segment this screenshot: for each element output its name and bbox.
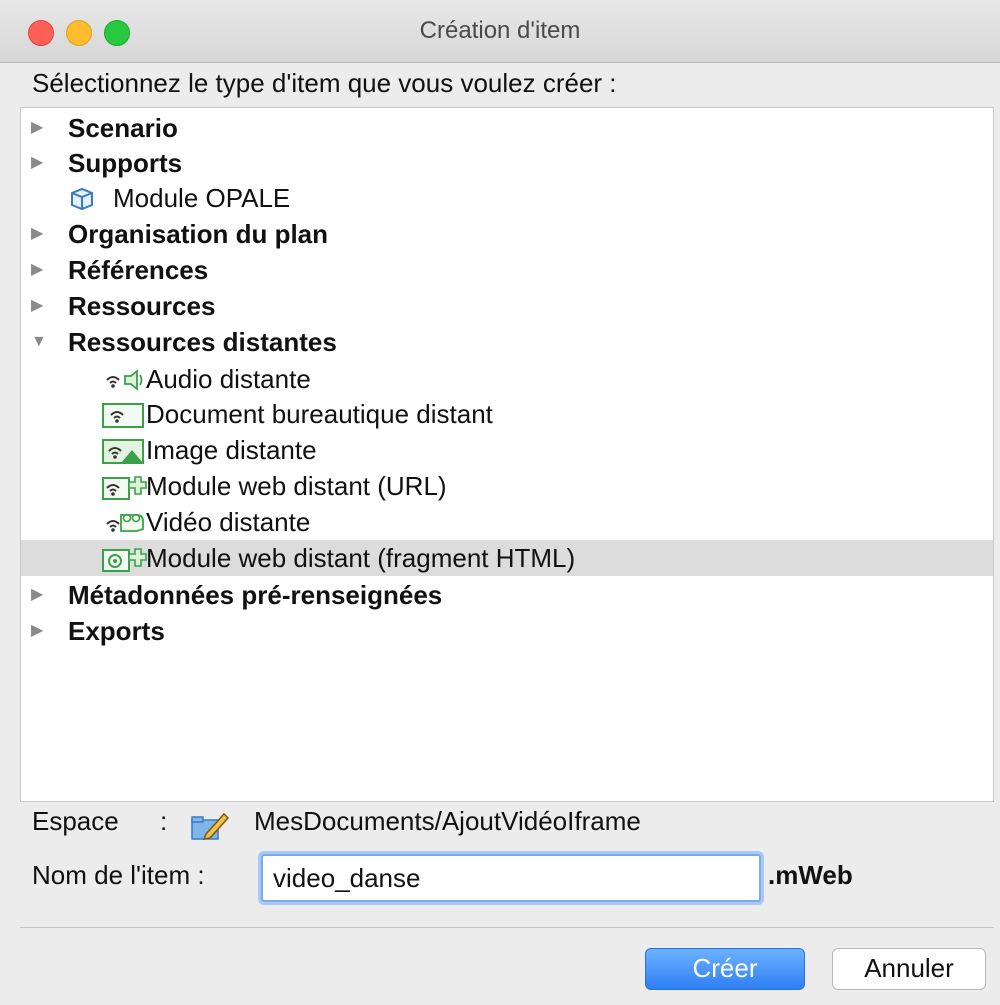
tree-node-module-web-distant-url[interactable]: Module web distant (URL) [21,468,993,504]
tree-node-references[interactable]: ▶ Références [21,252,993,288]
tree-node-label: Audio distante [146,364,311,394]
disclosure-triangle-collapsed-icon[interactable]: ▶ [31,288,45,324]
tree-node-ressources-distantes[interactable]: ▼ Ressources distantes [21,324,993,360]
disclosure-triangle-collapsed-icon[interactable]: ▶ [31,613,45,649]
tree-node-image-distante[interactable]: Image distante [21,432,993,468]
selection-prompt: Sélectionnez le type d'item que vous vou… [32,68,617,98]
cancel-button[interactable]: Annuler [832,948,986,990]
disclosure-triangle-collapsed-icon[interactable]: ▶ [31,216,45,252]
tree-node-label: Organisation du plan [68,219,329,249]
disclosure-triangle-collapsed-icon[interactable]: ▶ [31,577,45,613]
remote-document-icon [102,403,144,428]
tree-node-metadonnees-pre-renseignees[interactable]: ▶ Métadonnées pré-renseignées [21,577,993,613]
title-bar: Création d'item [0,0,1000,63]
tree-node-label: Métadonnées pré-renseignées [68,580,443,610]
remote-web-module-icon [102,476,147,500]
footer-divider [20,927,994,928]
tree-node-module-web-distant-fragment-html[interactable]: Module web distant (fragment HTML) [21,540,993,576]
remote-video-icon [106,513,144,532]
tree-node-video-distante[interactable]: Vidéo distante [21,504,993,540]
tree-node-ressources[interactable]: ▶ Ressources [21,288,993,324]
tree-node-label: Supports [68,148,183,178]
tree-node-exports[interactable]: ▶ Exports [21,613,993,649]
tree-node-label: Ressources [68,291,216,321]
tree-node-label: Scenario [68,113,178,143]
tree-node-label: Module web distant (fragment HTML) [146,543,576,573]
tree-node-label: Vidéo distante [146,507,311,537]
item-name-label: Nom de l'item : [32,860,205,890]
item-name-input[interactable] [261,854,761,902]
tree-node-audio-distante[interactable]: Audio distante [21,361,993,397]
remote-audio-icon [106,369,143,391]
disclosure-triangle-collapsed-icon[interactable]: ▶ [31,252,45,288]
tree-node-organisation-du-plan[interactable]: ▶ Organisation du plan [21,216,993,252]
tree-node-supports[interactable]: ▶ Supports [21,145,993,181]
tree-node-label: Références [68,255,209,285]
space-path: MesDocuments/AjoutVidéoIframe [254,806,641,836]
edit-folder-icon [191,812,230,840]
tree-node-label: Module web distant (URL) [146,471,447,501]
disclosure-triangle-collapsed-icon[interactable]: ▶ [31,145,45,181]
disclosure-triangle-expanded-icon[interactable]: ▼ [31,324,47,360]
create-button[interactable]: Créer [645,948,805,990]
tree-node-label: Image distante [146,435,317,465]
remote-html-fragment-icon [102,548,147,572]
tree-node-scenario[interactable]: ▶ Scenario [21,110,993,146]
remote-image-icon [102,439,144,464]
disclosure-triangle-collapsed-icon[interactable]: ▶ [31,110,45,146]
space-label: Espace [32,806,119,836]
item-type-tree[interactable]: ▶ Scenario ▶ Supports Module OPALE ▶ Org… [20,107,994,802]
tree-node-label: Exports [68,616,165,646]
cube-icon [71,187,93,211]
space-colon: : [160,806,168,836]
tree-node-label: Ressources distantes [68,327,337,357]
window-title: Création d'item [419,17,581,44]
tree-node-module-opale[interactable]: Module OPALE [21,180,993,216]
tree-node-label: Document bureautique distant [146,399,493,429]
dialog-window: Création d'item Sélectionnez le type d'i… [0,0,1000,1005]
tree-node-label: Module OPALE [113,183,291,213]
tree-node-document-bureautique-distant[interactable]: Document bureautique distant [21,396,993,432]
item-extension: .mWeb [768,860,853,890]
